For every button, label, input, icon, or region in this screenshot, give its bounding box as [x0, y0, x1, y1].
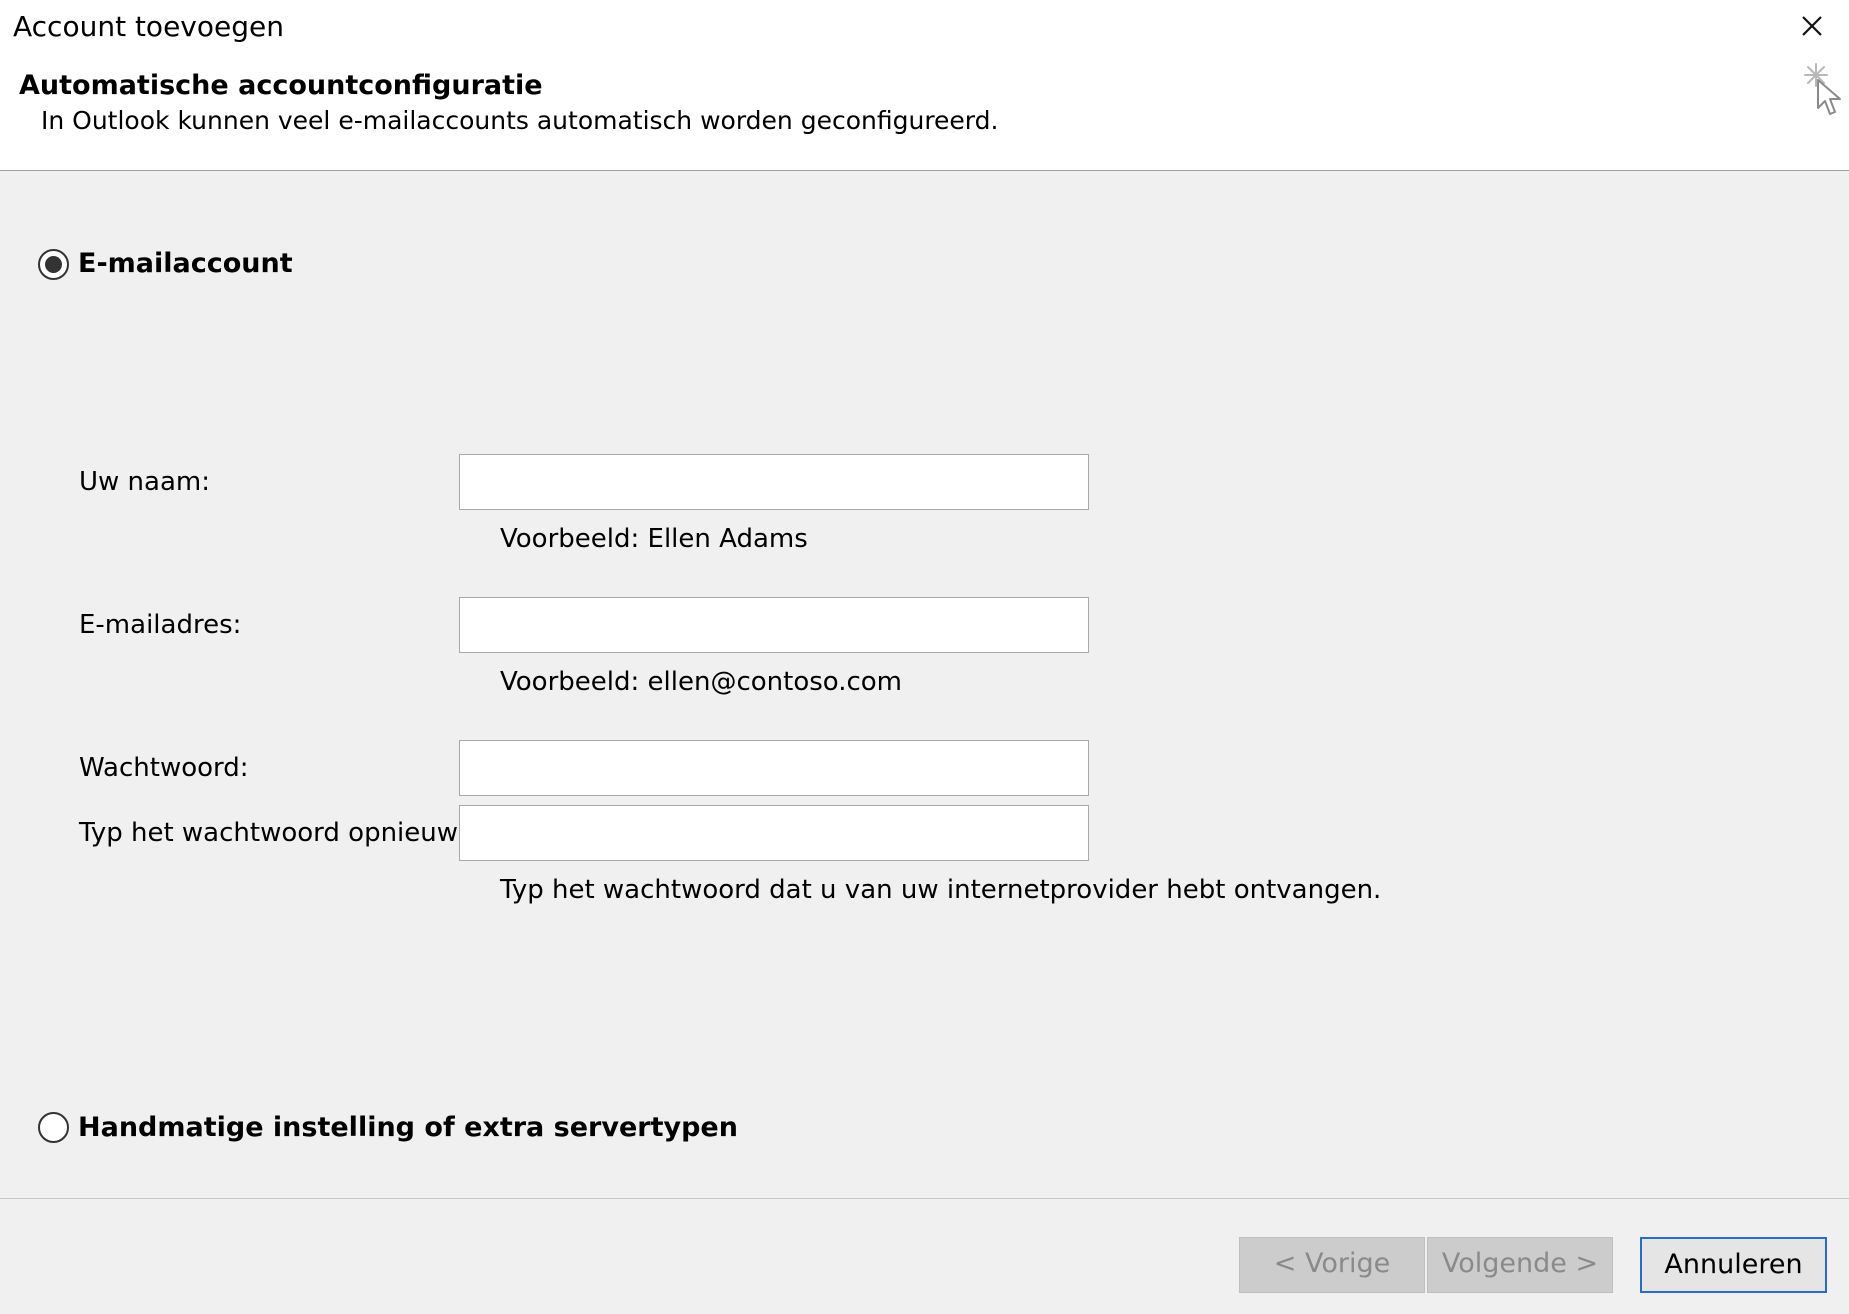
password-repeat-input[interactable] — [459, 805, 1089, 861]
window-title: Account toevoegen — [13, 10, 284, 43]
email-input[interactable] — [459, 597, 1089, 653]
password-repeat-label: Typ het wachtwoord opnieuw: — [79, 818, 466, 848]
manual-setup-radio[interactable] — [38, 1112, 69, 1143]
email-account-radio[interactable] — [38, 249, 69, 280]
email-label: E-mailadres: — [79, 610, 242, 640]
password-hint: Typ het wachtwoord dat u van uw internet… — [500, 875, 1382, 905]
next-button[interactable]: Volgende > — [1427, 1237, 1613, 1293]
email-hint: Voorbeeld: ellen@contoso.com — [500, 667, 903, 697]
page-heading: Automatische accountconfiguratie — [19, 70, 543, 101]
email-account-label[interactable]: E-mailaccount — [78, 248, 293, 279]
name-label: Uw naam: — [79, 467, 210, 497]
name-hint: Voorbeeld: Ellen Adams — [500, 524, 808, 554]
close-button[interactable] — [1790, 4, 1834, 48]
back-button[interactable]: < Vorige — [1239, 1237, 1425, 1293]
password-label: Wachtwoord: — [79, 753, 249, 783]
password-input[interactable] — [459, 740, 1089, 796]
footer-divider — [0, 1198, 1849, 1199]
cancel-button[interactable]: Annuleren — [1640, 1237, 1827, 1293]
wizard-cursor-icon — [1804, 63, 1841, 115]
page-subheading: In Outlook kunnen veel e-mailaccounts au… — [41, 106, 999, 135]
dialog-header: Account toevoegen Automatische accountco… — [0, 0, 1849, 171]
name-input[interactable] — [459, 454, 1089, 510]
close-icon — [1802, 16, 1822, 36]
manual-setup-label[interactable]: Handmatige instelling of extra servertyp… — [78, 1112, 738, 1143]
